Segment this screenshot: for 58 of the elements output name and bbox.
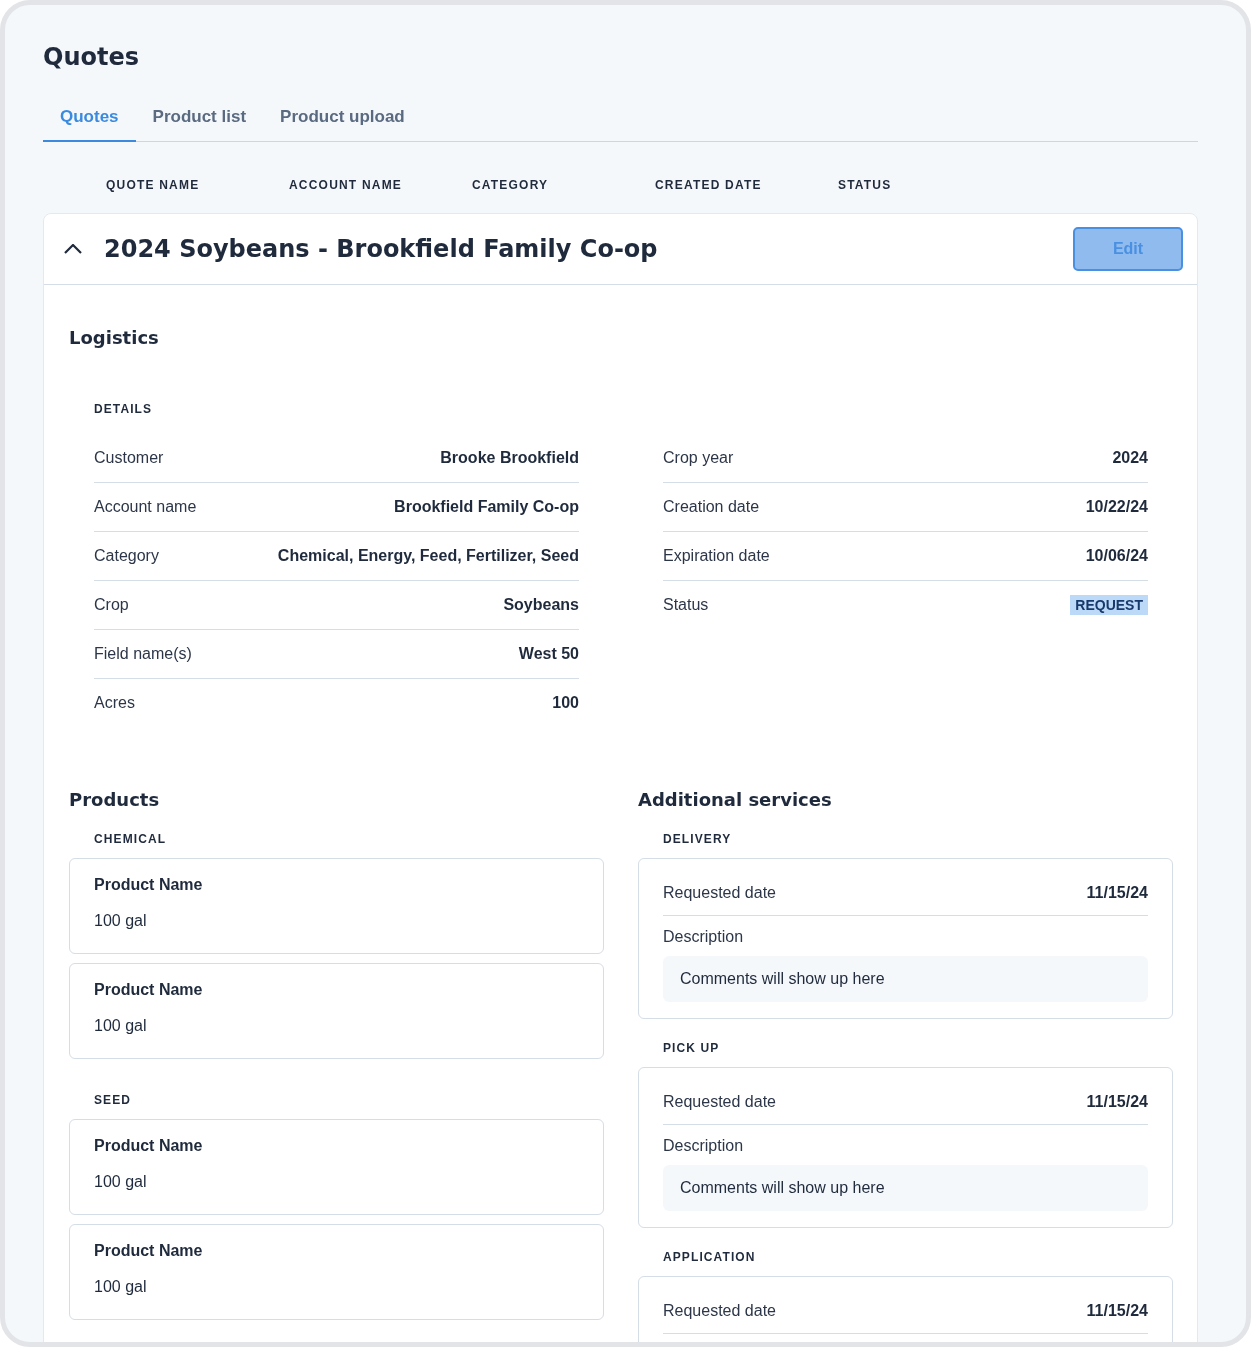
field-label: Crop [94, 596, 129, 614]
field-value: Brookfield Family Co-op [394, 498, 579, 516]
comment-box: Comments will show up here [663, 1165, 1148, 1211]
status-badge: REQUEST [1070, 595, 1148, 615]
section-heading: Additional services [638, 789, 833, 810]
column-header: STATUS [838, 178, 893, 192]
field-value: 10/06/24 [1085, 547, 1148, 565]
field-label: Requested date [663, 884, 776, 902]
product-amount: 100 gal [94, 1017, 148, 1035]
field-value: 10/22/24 [1085, 498, 1148, 516]
field-value: Soybeans [503, 596, 579, 614]
subsection-heading: SEED [94, 1093, 133, 1107]
product-name: Product Name [94, 876, 204, 894]
section-heading: Products [69, 789, 161, 810]
subsection-heading: CHEMICAL [94, 832, 168, 846]
field-label: Status [663, 596, 709, 614]
column-header: CREATED DATE [655, 178, 763, 192]
field-value: 11/15/24 [1086, 1302, 1148, 1320]
field-label: Description [663, 927, 745, 947]
subsection-heading: APPLICATION [663, 1250, 757, 1264]
field-value: West 50 [518, 645, 579, 663]
product-name: Product Name [94, 981, 204, 999]
field-label: Requested date [663, 1093, 776, 1111]
tab[interactable]: Product list [135, 101, 264, 142]
field-value: 11/15/24 [1086, 1093, 1148, 1111]
field-value: 100 [552, 694, 579, 712]
field-label: Account name [94, 498, 197, 516]
subsection-heading: DETAILS [94, 402, 154, 416]
field-value: 2024 [1112, 449, 1148, 467]
column-header: CATEGORY [472, 178, 550, 192]
collapse-toggle[interactable] [64, 244, 82, 254]
field-label: Customer [94, 449, 164, 467]
field-value: 11/15/24 [1086, 884, 1148, 902]
field-value: Chemical, Energy, Feed, Fertilizer, Seed [277, 547, 579, 565]
field-label: Category [94, 547, 159, 565]
subsection-heading: PICK UP [663, 1041, 721, 1055]
subsection-heading: DELIVERY [663, 832, 733, 846]
product-amount: 100 gal [94, 1278, 148, 1296]
field-value: Brooke Brookfield [440, 449, 579, 467]
field-label: Crop year [663, 449, 734, 467]
column-header: QUOTE NAME [106, 178, 201, 192]
field-label: Field name(s) [94, 645, 192, 663]
field-label: Description [663, 1136, 745, 1156]
page-title: Quotes [43, 43, 140, 71]
comment-box: Comments will show up here [663, 956, 1148, 1002]
product-amount: 100 gal [94, 1173, 148, 1191]
product-name: Product Name [94, 1137, 204, 1155]
field-label: Expiration date [663, 547, 770, 565]
tab[interactable]: Quotes [43, 101, 136, 142]
product-name: Product Name [94, 1242, 204, 1260]
product-amount: 100 gal [94, 912, 148, 930]
field-label: Acres [94, 694, 135, 712]
column-header: ACCOUNT NAME [289, 178, 404, 192]
tab[interactable]: Product upload [263, 101, 422, 142]
field-label: Requested date [663, 1302, 776, 1320]
quote-title: 2024 Soybeans - Brookfield Family Co-op [104, 235, 659, 263]
section-heading: Logistics [69, 327, 160, 348]
field-label: Creation date [663, 498, 760, 516]
